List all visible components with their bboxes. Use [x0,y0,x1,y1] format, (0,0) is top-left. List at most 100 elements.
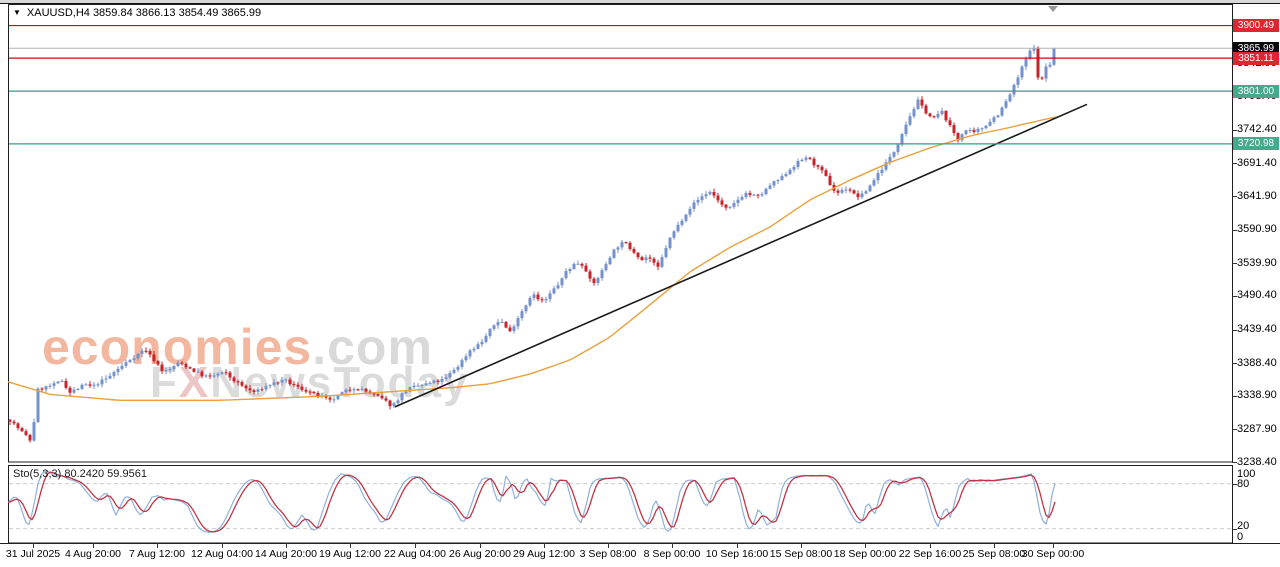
candle-bearish [825,170,828,176]
candle-bearish [649,257,652,258]
candle-bearish [181,363,184,364]
candle-bullish [425,383,428,385]
candle-bullish [533,294,536,298]
candle-bullish [397,400,400,403]
candle-bearish [209,375,212,376]
candle-bearish [853,190,856,193]
chart-shift-marker-icon[interactable] [1048,6,1058,12]
candle-bullish [221,372,224,373]
time-axis-label: 29 Aug 12:00 [513,548,575,560]
candle-bearish [813,159,816,165]
candle-bullish [605,264,608,270]
candle-bearish [329,398,332,400]
candle-bearish [717,196,720,201]
candle-bearish [949,120,952,125]
candle-bullish [893,152,896,157]
candle-bullish [33,422,36,440]
time-axis-label: 25 Sep 08:00 [963,548,1025,560]
price-chart-canvas[interactable] [0,0,1280,567]
candle-bullish [457,367,460,370]
candle-bullish [273,382,276,385]
time-axis-label: 22 Sep 16:00 [899,548,961,560]
candle-bullish [693,202,696,208]
moving-average-line[interactable] [8,117,1058,401]
time-axis-label: 18 Sep 00:00 [834,548,896,560]
candle-bearish [589,271,592,278]
candle-bullish [493,325,496,329]
candle-bullish [985,126,988,128]
candle-bullish [1017,77,1020,84]
candle-bearish [653,259,656,263]
time-axis-label: 22 Aug 04:00 [384,548,446,560]
candle-bullish [665,248,668,257]
candle-bullish [781,176,784,180]
candle-bullish [841,190,844,193]
candle-bearish [857,194,860,198]
candle-bullish [413,386,416,388]
candle-bullish [1009,95,1012,102]
candle-bearish [1037,48,1040,78]
candle-bearish [721,200,724,204]
candle-bullish [565,271,568,278]
time-axis-label: 14 Aug 20:00 [255,548,317,560]
candle-bullish [361,389,364,390]
candle-bullish [133,358,136,360]
candle-bullish [621,242,624,247]
candle-bearish [13,422,16,424]
candle-bullish [673,231,676,237]
candle-bearish [161,364,164,370]
price-axis-tick: 3287.90 [1237,424,1277,435]
candle-bullish [737,200,740,203]
candle-bearish [629,243,632,249]
candle-bullish [125,362,128,366]
candle-bullish [393,403,396,406]
candle-bullish [777,180,780,181]
price-axis-tick-mark [1232,330,1237,331]
candle-bullish [745,193,748,197]
time-axis-label: 31 Jul 2025 [6,548,60,560]
price-axis-tick-mark [1232,230,1237,231]
candle-bullish [173,366,176,369]
candle-bearish [933,116,936,117]
candle-bearish [233,378,236,382]
candle-bullish [873,180,876,185]
candle-bullish [805,158,808,160]
candle-bearish [193,369,196,372]
candle-bearish [537,294,540,299]
candle-bullish [433,381,436,383]
trend-line[interactable] [395,104,1087,407]
candle-bearish [829,176,832,185]
candle-bullish [969,130,972,131]
candle-bullish [577,264,580,265]
candle-bearish [301,387,304,390]
price-axis-tick-mark [1232,363,1237,364]
candle-bearish [185,364,188,368]
candle-bearish [817,165,820,167]
candle-bullish [465,356,468,360]
candle-bullish [797,161,800,167]
candle-bullish [469,350,472,356]
time-axis-label: 4 Aug 20:00 [65,548,121,560]
candle-bearish [357,389,360,390]
candle-bearish [389,400,392,406]
candle-bearish [973,130,976,132]
candle-bullish [801,160,804,161]
candle-bearish [237,381,240,382]
price-axis-tick: 3338.90 [1237,390,1277,401]
candle-bearish [725,205,728,208]
candle-bullish [729,207,732,208]
candle-bullish [213,375,216,376]
candle-bullish [141,351,144,354]
candle-bullish [429,383,432,384]
candle-bullish [553,288,556,293]
resistance-price-label: 3851.11 [1233,52,1279,65]
candle-bullish [965,130,968,134]
candle-bearish [585,266,588,272]
candle-bullish [441,379,444,382]
candle-bullish [909,116,912,125]
candle-bullish [265,386,268,389]
candle-bullish [513,326,516,331]
candle-bullish [897,145,900,152]
stochastic-signal-line [8,472,1055,532]
candle-bullish [561,278,564,285]
